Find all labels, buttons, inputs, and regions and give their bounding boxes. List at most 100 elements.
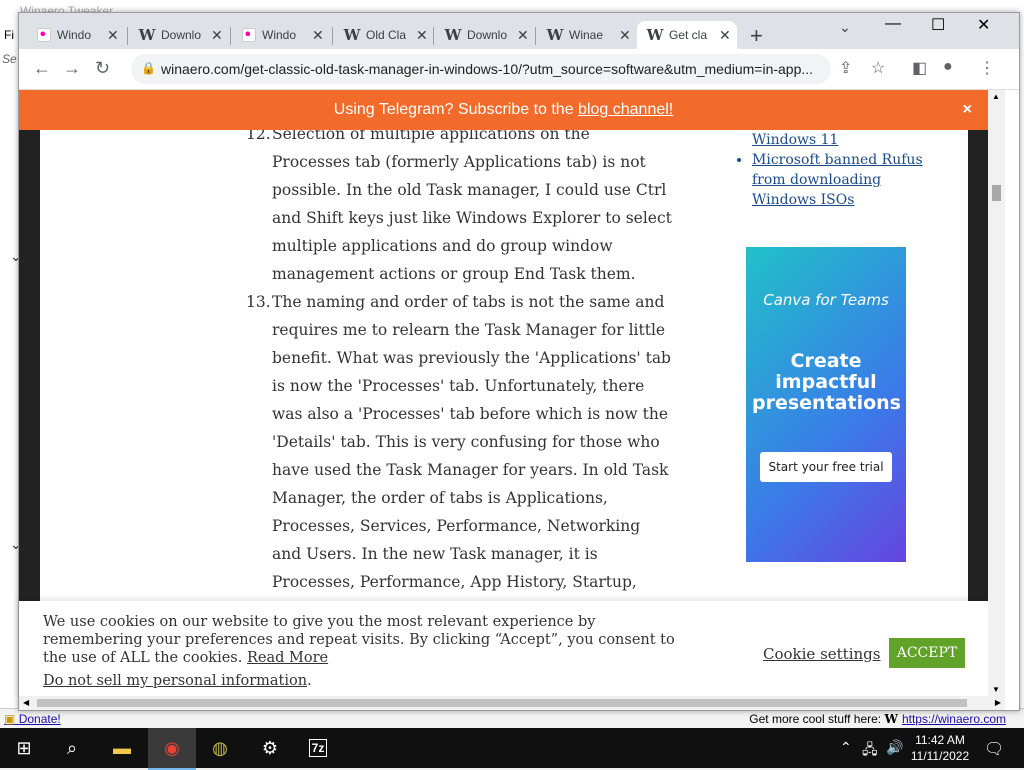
scroll-thumb[interactable]	[37, 699, 967, 707]
horizontal-scrollbar[interactable]: ◀ ▶	[19, 696, 1005, 710]
do-not-sell-row: Do not sell my personal information.	[43, 673, 312, 689]
settings-gear-icon[interactable]: ⚙	[246, 728, 294, 768]
maximize-button[interactable]: ☐	[931, 15, 945, 35]
winaero-link[interactable]: https://winaero.com	[902, 712, 1006, 726]
windows-page-icon	[242, 28, 256, 42]
tab-label: Winae	[569, 28, 604, 42]
forward-arrow-icon[interactable]: →	[63, 58, 81, 79]
file-explorer-icon[interactable]: ▬	[98, 728, 146, 768]
tab-separator	[433, 27, 434, 45]
search-icon[interactable]: ⌕	[48, 728, 96, 768]
share-icon[interactable]: ⇪	[839, 58, 852, 78]
ad-cta-button[interactable]: Start your free trial	[760, 452, 892, 482]
scroll-thumb[interactable]	[992, 185, 1001, 201]
tab-separator	[332, 27, 333, 45]
background-statusbar: ▣ Donate! Get more cool stuff here: Whtt…	[0, 708, 1024, 729]
read-more-link[interactable]: Read More	[247, 650, 328, 666]
clock-date: 11/11/2022	[910, 749, 970, 763]
browser-tab[interactable]: W Old Cla ✕	[334, 21, 428, 49]
browser-tab[interactable]: W Downlo ✕	[435, 21, 529, 49]
cookie-banner: We use cookies on our website to give yo…	[19, 601, 988, 696]
tab-strip: Windo ✕ W Downlo ✕ Windo ✕ W Old Cla ✕ W Downlo…	[19, 13, 1019, 49]
close-icon[interactable]: ×	[963, 90, 972, 130]
tab-separator	[535, 27, 536, 45]
browser-tab[interactable]: W Downlo ✕	[129, 21, 223, 49]
winaero-tweaker-icon[interactable]: ◍	[196, 728, 244, 768]
winaero-w-icon: W	[343, 26, 361, 44]
browser-tab[interactable]: W Winae ✕	[537, 21, 631, 49]
list-text: The naming and order of tabs is not the …	[272, 293, 671, 619]
windows-page-icon	[37, 28, 51, 42]
close-icon[interactable]: ✕	[719, 27, 731, 44]
clock[interactable]: 11:42 AM 11/11/2022	[906, 732, 974, 764]
browser-toolbar: ← → ↻ 🔒 winaero.com/get-classic-old-task…	[19, 49, 1019, 90]
sidebar-related-links: from File Explorer in Windows 11 Microso…	[732, 112, 932, 210]
telegram-notice-bar: Using Telegram? Subscribe to the blog ch…	[19, 90, 988, 130]
window-close-button[interactable]: ✕	[977, 15, 990, 35]
profile-icon[interactable]: ●	[943, 58, 953, 76]
close-icon[interactable]: ✕	[619, 27, 631, 44]
scroll-up-icon[interactable]: ▲	[992, 92, 1000, 101]
close-icon[interactable]: ✕	[107, 27, 119, 44]
star-icon[interactable]: ☆	[871, 58, 885, 78]
tab-separator	[230, 27, 231, 45]
reload-icon[interactable]: ↻	[95, 58, 110, 79]
cookie-settings-link[interactable]: Cookie settings	[763, 645, 880, 663]
tab-separator	[127, 27, 128, 45]
scroll-left-icon[interactable]: ◀	[23, 698, 29, 707]
menu-initial[interactable]: Fi	[4, 28, 14, 42]
close-icon[interactable]: ✕	[517, 27, 529, 44]
chevron-up-icon[interactable]: ⌃	[840, 739, 852, 756]
browser-tab[interactable]: Windo ✕	[232, 21, 324, 49]
volume-icon[interactable]: 🔊	[886, 739, 903, 756]
chrome-icon[interactable]: ◉	[148, 728, 196, 770]
tab-label: Downlo	[161, 28, 202, 42]
vertical-scrollbar[interactable]: ▲ ▼	[988, 90, 1005, 696]
seven-zip-icon[interactable]: 7z	[294, 728, 342, 768]
accept-button[interactable]: ACCEPT	[889, 638, 965, 668]
taskbar: ⊞ ⌕ ▬ ◉ ◍ ⚙ 7z ⌃ 🖧 🔊 11:42 AM 11/11/2022…	[0, 728, 1024, 770]
scroll-right-icon[interactable]: ▶	[995, 698, 1001, 707]
donate-icon: ▣	[4, 712, 16, 726]
address-bar[interactable]: 🔒 winaero.com/get-classic-old-task-manag…	[131, 54, 831, 84]
lock-icon[interactable]: 🔒	[141, 61, 156, 75]
winaero-w-icon: W	[138, 26, 156, 44]
advertisement[interactable]: Canva for Teams Create impactful present…	[746, 247, 906, 562]
ad-headline: Create impactful presentations	[752, 350, 901, 414]
notice-text: Using Telegram? Subscribe to the	[333, 101, 579, 118]
chevron-down-icon[interactable]: ⌄	[839, 19, 851, 36]
donate-link[interactable]: ▣ Donate!	[4, 712, 61, 726]
do-not-sell-link[interactable]: Do not sell my personal information	[43, 673, 307, 689]
browser-tab[interactable]: Windo ✕	[27, 21, 119, 49]
winaero-w-icon: W	[444, 26, 462, 44]
windows-start-icon[interactable]: ⊞	[0, 728, 48, 768]
clock-time: 11:42 AM	[915, 733, 965, 747]
list-item: Microsoft banned Rufus from downloading …	[752, 150, 932, 210]
close-icon[interactable]: ✕	[416, 27, 428, 44]
donate-label[interactable]: Donate!	[19, 712, 61, 726]
browser-window: Windo ✕ W Downlo ✕ Windo ✕ W Old Cla ✕ W Downlo…	[18, 12, 1020, 711]
tab-label: Windo	[262, 28, 297, 42]
cookie-message: We use cookies on our website to give yo…	[43, 613, 693, 667]
close-icon[interactable]: ✕	[211, 27, 223, 44]
tab-label: Get cla	[669, 28, 708, 42]
network-icon[interactable]: 🖧	[862, 739, 878, 763]
back-arrow-icon[interactable]: ←	[33, 58, 51, 79]
tab-label: Downlo	[467, 28, 508, 42]
side-panel-icon[interactable]: ◧	[912, 58, 927, 78]
list-text: Selection of multiple applications on th…	[272, 125, 672, 283]
scroll-down-icon[interactable]: ▼	[992, 685, 1000, 694]
list-item: 12. Selection of multiple applications on…	[242, 120, 672, 288]
url-text[interactable]: winaero.com/get-classic-old-task-manager…	[161, 61, 821, 77]
menu-dots-icon[interactable]: ⋮	[979, 58, 995, 78]
close-icon[interactable]: ✕	[312, 27, 324, 44]
background-search[interactable]: Se	[2, 52, 17, 66]
notification-icon[interactable]: 🗨	[984, 739, 1004, 759]
article-list: 12. Selection of multiple applications on…	[242, 120, 672, 624]
browser-tab-active[interactable]: W Get cla ✕	[637, 21, 737, 49]
status-right-text: Get more cool stuff here:	[749, 712, 882, 726]
minimize-button[interactable]: —	[885, 15, 901, 33]
blog-channel-link[interactable]: blog channel!	[578, 101, 673, 118]
new-tab-button[interactable]: +	[750, 23, 763, 49]
sidebar-link[interactable]: Microsoft banned Rufus from downloading …	[752, 152, 923, 208]
